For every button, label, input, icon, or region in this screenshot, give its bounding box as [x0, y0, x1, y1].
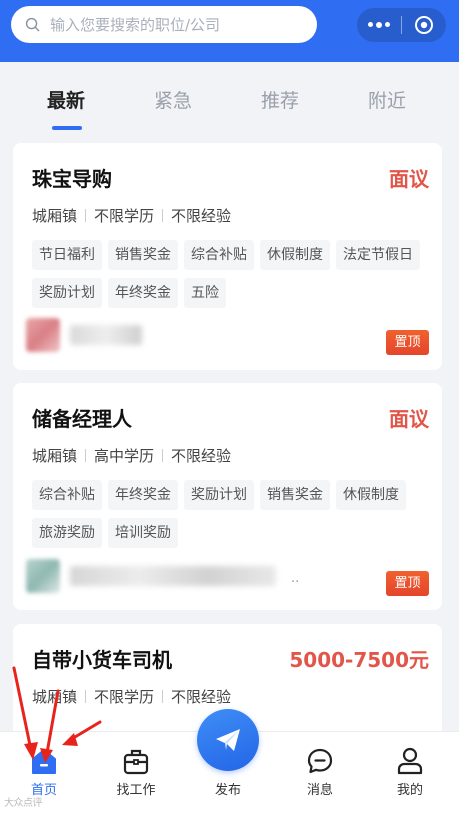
company-info[interactable] [26, 559, 276, 593]
meta-divider [85, 690, 87, 703]
chat-bubble-icon [307, 748, 333, 774]
meta-divider [85, 209, 87, 222]
close-mini-program-icon[interactable] [402, 15, 446, 35]
benefit-tag: 节日福利 [32, 240, 102, 270]
company-logo-blurred [26, 318, 60, 352]
meta-divider [162, 690, 164, 703]
job-location: 城厢镇 [32, 688, 78, 706]
nav-label: 我的 [396, 783, 423, 798]
job-education: 高中学历 [94, 447, 155, 465]
nav-home[interactable]: 首页 [9, 732, 79, 798]
search-placeholder: 输入您要搜索的职位/公司 [50, 16, 221, 34]
watermark: 大众点评 [4, 798, 43, 809]
meta-divider [162, 209, 164, 222]
benefit-tag: 法定节假日 [336, 240, 420, 270]
nav-label: 找工作 [116, 783, 156, 798]
pinned-badge: 置顶 [386, 571, 429, 596]
mini-program-capsule [357, 8, 446, 42]
meta-divider [85, 449, 87, 462]
active-tab-indicator [52, 126, 82, 130]
job-tags: 综合补贴 年终奖金 奖励计划 销售奖金 休假制度 旅游奖励 培训奖励 [32, 480, 427, 548]
publish-button[interactable] [197, 709, 259, 771]
benefit-tag: 年终奖金 [108, 480, 178, 510]
job-salary: 5000-7500元 [289, 648, 429, 672]
user-icon [397, 747, 423, 775]
nav-profile[interactable]: 我的 [375, 732, 445, 798]
job-title: 自带小货车司机 [32, 648, 172, 672]
more-options-icon[interactable] [357, 21, 401, 28]
benefit-tag: 五险 [184, 278, 226, 308]
benefit-tag: 销售奖金 [260, 480, 330, 510]
category-tabs: 最新 紧急 推荐 附近 [0, 62, 459, 142]
benefit-tag: 销售奖金 [108, 240, 178, 270]
benefit-tag: 年终奖金 [108, 278, 178, 308]
job-experience: 不限经验 [171, 688, 232, 706]
search-icon [25, 17, 40, 32]
job-education: 不限学历 [94, 207, 155, 225]
benefit-tag: 综合补贴 [184, 240, 254, 270]
job-location: 城厢镇 [32, 207, 78, 225]
nav-find-jobs[interactable]: 找工作 [101, 732, 171, 798]
benefit-tag: 休假制度 [336, 480, 406, 510]
job-education: 不限学历 [94, 688, 155, 706]
tab-recommended[interactable]: 推荐 [261, 88, 299, 114]
job-card[interactable]: 储备经理人 面议 城厢镇 高中学历 不限经验 综合补贴 年终奖金 奖励计划 销售… [13, 383, 442, 610]
job-experience: 不限经验 [171, 207, 232, 225]
job-meta: 城厢镇 不限学历 不限经验 [32, 205, 231, 226]
company-name-blurred [70, 566, 276, 586]
benefit-tag: 奖励计划 [32, 278, 102, 308]
company-name-blurred [70, 325, 142, 345]
pinned-badge: 置顶 [386, 330, 429, 355]
job-meta: 城厢镇 不限学历 不限经验 [32, 686, 231, 707]
meta-divider [162, 449, 164, 462]
paper-plane-icon [216, 729, 240, 751]
job-card[interactable]: 珠宝导购 面议 城厢镇 不限学历 不限经验 节日福利 销售奖金 综合补贴 休假制… [13, 143, 442, 370]
nav-label: 发布 [214, 783, 241, 798]
job-title: 储备经理人 [32, 407, 132, 431]
job-location: 城厢镇 [32, 447, 78, 465]
benefit-tag: 休假制度 [260, 240, 330, 270]
benefit-tag: 培训奖励 [108, 518, 178, 548]
benefit-tag: 旅游奖励 [32, 518, 102, 548]
benefit-tag: 奖励计划 [184, 480, 254, 510]
job-title: 珠宝导购 [32, 167, 112, 191]
job-salary: 面议 [389, 167, 429, 191]
top-bar: 输入您要搜索的职位/公司 [0, 0, 459, 62]
job-tags: 节日福利 销售奖金 综合补贴 休假制度 法定节假日 奖励计划 年终奖金 五险 [32, 240, 427, 308]
company-info[interactable] [26, 318, 142, 352]
tab-nearby[interactable]: 附近 [368, 88, 406, 114]
job-experience: 不限经验 [171, 447, 232, 465]
job-salary: 面议 [389, 407, 429, 431]
nav-label: 消息 [306, 783, 333, 798]
nav-messages[interactable]: 消息 [285, 732, 355, 798]
company-name-ellipsis: .. [291, 571, 300, 586]
tab-urgent[interactable]: 紧急 [154, 88, 192, 114]
company-logo-blurred [26, 559, 60, 593]
search-input[interactable]: 输入您要搜索的职位/公司 [11, 6, 317, 43]
briefcase-icon [123, 749, 149, 775]
tab-latest[interactable]: 最新 [47, 88, 85, 114]
benefit-tag: 综合补贴 [32, 480, 102, 510]
job-meta: 城厢镇 高中学历 不限经验 [32, 445, 231, 466]
home-icon [32, 749, 56, 774]
